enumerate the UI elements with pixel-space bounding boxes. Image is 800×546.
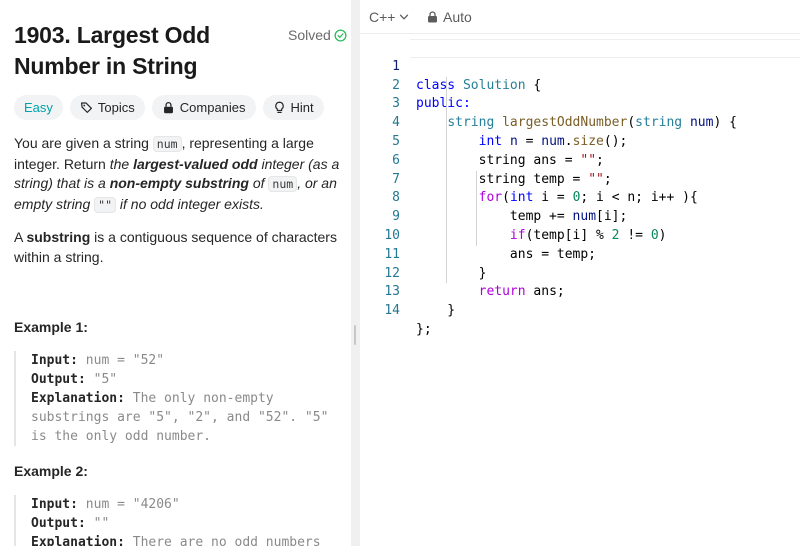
example-output: Output: ""	[31, 516, 110, 531]
difficulty-badge: Easy	[14, 95, 63, 120]
code-line[interactable]: 3 string largestOddNumber(string num) {	[360, 77, 800, 130]
language-label: C++	[369, 9, 396, 25]
code-line[interactable]: 7 for(int i = 0; i < n; i++ ){	[360, 152, 800, 206]
example-input: Input: num = "4206"	[31, 497, 180, 512]
auto-mode-toggle[interactable]: Auto	[427, 9, 472, 25]
code-line[interactable]: 4 int n = num.size();	[360, 95, 800, 149]
code-line[interactable]: 2 public:	[360, 58, 800, 112]
inline-code: ""	[94, 197, 116, 214]
auto-label: Auto	[443, 9, 472, 25]
lightbulb-icon	[274, 101, 284, 113]
topics-label: Topics	[97, 100, 135, 115]
lock-icon	[163, 101, 173, 114]
companies-button[interactable]: Companies	[151, 95, 256, 120]
inline-code: num	[268, 176, 298, 193]
example-2-block: Input: num = "4206" Output: "" Explanati…	[14, 495, 344, 546]
language-selector[interactable]: C++	[369, 9, 409, 25]
problem-tags: Easy Topics Companies Hint	[14, 95, 324, 120]
code-line[interactable]: 10 ans = temp;	[360, 208, 800, 262]
code-line[interactable]: 5 string ans = "";	[360, 114, 800, 168]
code-editor[interactable]: 1 class Solution { 2 public: 3 string la…	[360, 39, 800, 337]
example-explanation: Explanation: There are no odd numbers	[31, 535, 321, 546]
example-input: Input: num = "52"	[31, 353, 165, 368]
lock-icon	[428, 11, 437, 23]
check-circle-icon	[334, 28, 347, 42]
problem-title: 1903. Largest Odd Number in String	[14, 22, 211, 79]
drag-grip-icon	[354, 325, 356, 345]
example-2-heading: Example 2:	[14, 463, 88, 479]
code-line[interactable]: 9 if(temp[i] % 2 != 0)	[360, 189, 800, 243]
code-line[interactable]: 11 }	[360, 227, 800, 281]
code-line[interactable]: 6 string temp = "";	[360, 133, 800, 187]
companies-label: Companies	[179, 100, 246, 115]
editor-toolbar: C++ Auto	[360, 0, 800, 34]
solved-status: Solved	[288, 27, 347, 43]
inline-code: num	[152, 136, 182, 152]
code-line[interactable]: 8 temp += num[i];	[360, 171, 800, 224]
panel-resize-handle[interactable]	[351, 0, 360, 546]
hint-button[interactable]: Hint	[262, 95, 324, 120]
topics-button[interactable]: Topics	[69, 95, 145, 120]
code-line[interactable]: 13 }	[360, 265, 800, 318]
code-line[interactable]: 12 return ans;	[360, 246, 800, 300]
hint-label: Hint	[290, 100, 314, 115]
code-line[interactable]: 1 class Solution {	[360, 39, 800, 93]
example-explanation: Explanation: The only non-empty substrin…	[31, 391, 329, 444]
code-line[interactable]: 14 };	[360, 283, 800, 337]
example-1-heading: Example 1:	[14, 319, 88, 335]
description-paragraph-1: You are given a string num, representing…	[14, 135, 340, 214]
chevron-down-icon	[400, 14, 409, 20]
example-1-block: Input: num = "52" Output: "5" Explanatio…	[14, 351, 344, 446]
example-output: Output: "5"	[31, 372, 118, 387]
solved-label: Solved	[288, 27, 331, 43]
problem-description-panel: 1903. Largest Odd Number in String Solve…	[0, 0, 351, 546]
tag-icon	[80, 102, 92, 113]
code-editor-panel: C++ Auto 1 class Solution { 2 public: 3 …	[360, 0, 800, 546]
line-number: 14	[384, 303, 400, 319]
description-paragraph-2: A substring is a contiguous sequence of …	[14, 229, 337, 265]
